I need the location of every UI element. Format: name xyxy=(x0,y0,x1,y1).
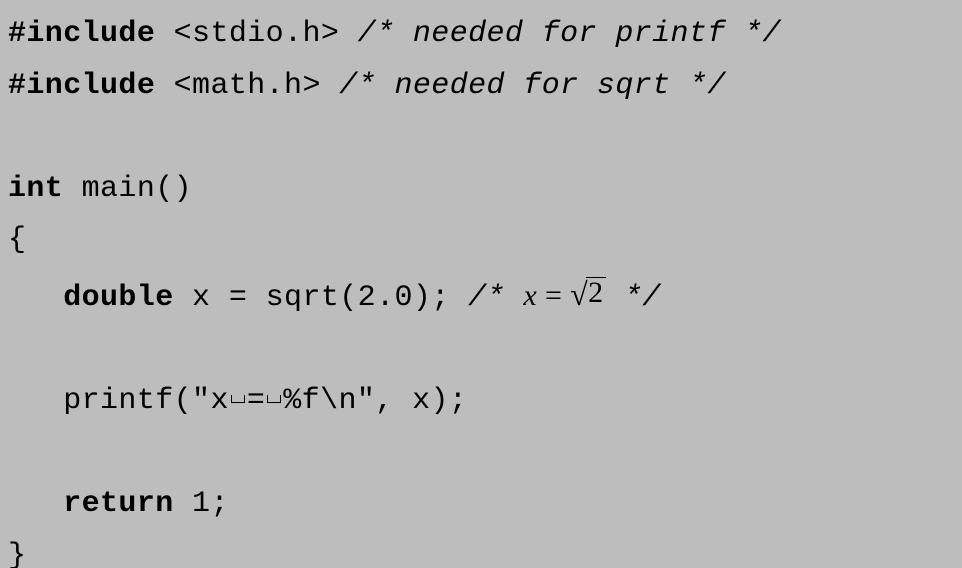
comment-math: /* x = √2 */ xyxy=(468,281,661,315)
preprocessor-keyword: #include xyxy=(8,17,155,51)
printf-eq: = xyxy=(247,384,265,418)
return-value: 1; xyxy=(174,487,229,521)
printf-call-post: %f\n", x); xyxy=(283,384,467,418)
keyword-return: return xyxy=(63,487,173,521)
main-decl: main() xyxy=(63,172,192,206)
math-equals: = xyxy=(545,279,562,312)
line-6: double x = sqrt(2.0); /* x = √2 */ xyxy=(8,281,661,315)
header-math: <math.h> xyxy=(155,69,339,103)
comment: /* needed for printf */ xyxy=(358,17,781,51)
line-1: #include <stdio.h> /* needed for printf … xyxy=(8,17,781,51)
code-block: #include <stdio.h> /* needed for printf … xyxy=(0,0,962,568)
assign-sqrt: x = sqrt(2.0); xyxy=(174,281,468,315)
header-stdio: <stdio.h> xyxy=(155,17,357,51)
line-2: #include <math.h> /* needed for sqrt */ xyxy=(8,69,726,103)
preprocessor-keyword: #include xyxy=(8,69,155,103)
comment: /* needed for sqrt */ xyxy=(339,69,725,103)
math-var-x: x xyxy=(523,279,537,312)
type-keyword-double: double xyxy=(63,281,173,315)
math-sqrt: √2 xyxy=(570,267,605,322)
line-8: printf("x = %f\n", x); xyxy=(8,384,467,418)
radicand: 2 xyxy=(586,277,605,308)
type-keyword-int: int xyxy=(8,172,63,206)
printf-call-pre: printf("x xyxy=(63,384,229,418)
brace-close: } xyxy=(8,539,26,568)
brace-open: { xyxy=(8,223,26,257)
line-10: return 1; xyxy=(8,487,229,521)
line-4: int main() xyxy=(8,172,192,206)
